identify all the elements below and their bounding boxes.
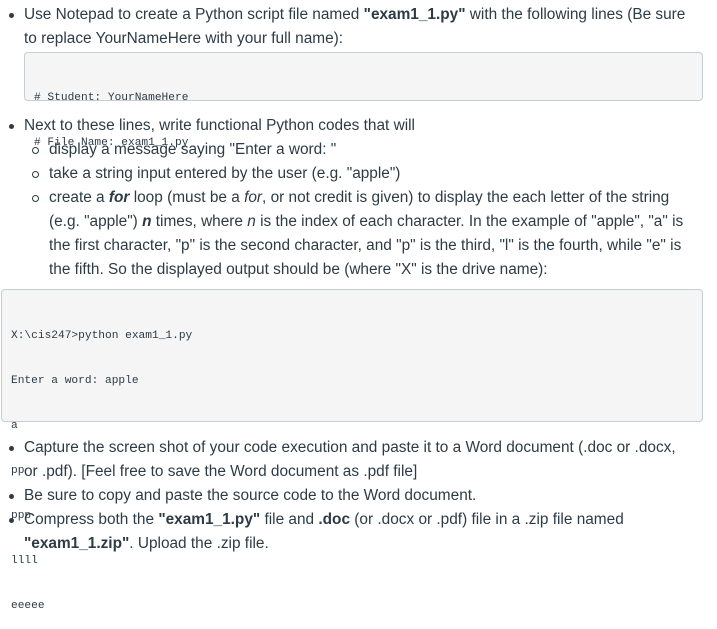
instruction-text: Compress both the "exam1_1.py" file and … xyxy=(24,508,709,556)
text-span: is the index of each character. In the e… xyxy=(255,213,684,230)
text-line: the first character, "p" is the second c… xyxy=(49,237,682,254)
text-span: Use Notepad to create a Python script fi… xyxy=(24,6,364,23)
filename-bold: "exam1_1.py" xyxy=(363,6,466,23)
bullet-icon xyxy=(9,494,14,499)
sub-item-text: display a message saying "Enter a word: … xyxy=(49,141,337,158)
bullet-icon xyxy=(9,518,14,523)
circle-bullet-icon xyxy=(32,195,39,202)
code-line: eeeee xyxy=(11,600,45,612)
bullet-icon xyxy=(9,13,14,18)
filename-bold: "exam1_1.zip" xyxy=(24,535,130,552)
text-line: to replace YourNameHere with your full n… xyxy=(24,30,344,47)
code-line: a xyxy=(11,420,18,432)
instruction-text: Use Notepad to create a Python script fi… xyxy=(24,3,709,51)
text-span: times, where xyxy=(151,213,248,230)
text-span: Compress both the xyxy=(24,511,159,528)
code-block-output: X:\cis247>python exam1_1.py Enter a word… xyxy=(1,289,703,612)
text-span: loop (must be a xyxy=(129,189,245,206)
bullet-icon xyxy=(9,446,14,451)
circle-bullet-icon xyxy=(32,171,39,178)
filename-bold: "exam1_1.py" xyxy=(158,511,261,528)
text-span: with the following lines (Be sure xyxy=(465,6,686,23)
instruction-text: Next to these lines, write functional Py… xyxy=(24,117,415,134)
text-span: (e.g. "apple") xyxy=(49,213,143,230)
text-span: . Upload the .zip file. xyxy=(129,535,269,552)
instruction-text: Be sure to copy and paste the source cod… xyxy=(24,487,477,504)
text-line: the fifth. So the displayed output shoul… xyxy=(49,261,548,278)
code-line: llll xyxy=(11,555,38,567)
circle-bullet-icon xyxy=(32,147,39,154)
sub-item-text: create a for loop (must be a for, or not… xyxy=(49,186,709,282)
code-line: # Student: YourNameHere xyxy=(34,92,189,104)
text-line: Capture the screen shot of your code exe… xyxy=(24,439,676,456)
text-line: or .pdf). [Feel free to save the Word do… xyxy=(24,463,418,480)
text-span: (or .docx or .pdf) file in a .zip file n… xyxy=(350,511,624,528)
code-line: X:\cis247>python exam1_1.py xyxy=(11,330,193,342)
code-line: Enter a word: apple xyxy=(11,375,139,387)
text-span: file and xyxy=(260,511,319,528)
text-span: create a xyxy=(49,189,109,206)
variable-n: n xyxy=(247,213,256,230)
keyword-for: for xyxy=(244,189,263,206)
bullet-icon xyxy=(9,124,14,129)
code-block-header: # Student: YourNameHere # File Name: exa… xyxy=(24,52,703,149)
keyword-for: for xyxy=(108,189,130,206)
filename-bold: .doc xyxy=(318,511,351,528)
sub-item-text: take a string input entered by the user … xyxy=(49,165,401,182)
text-span: , or not credit is given) to display the… xyxy=(262,189,670,206)
instruction-text: Capture the screen shot of your code exe… xyxy=(24,436,709,484)
